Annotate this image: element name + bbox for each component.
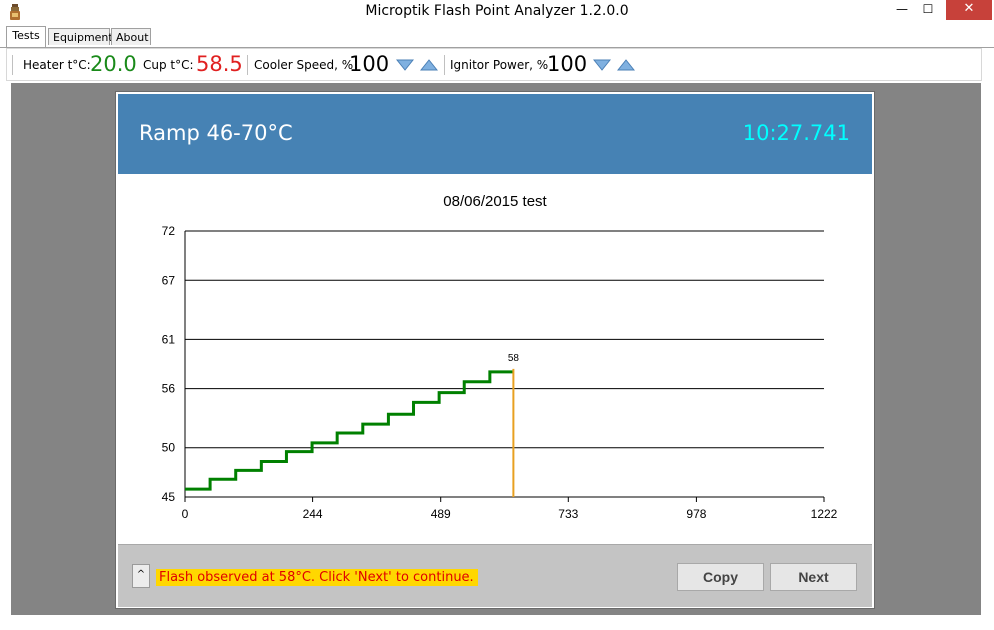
toolbar-separator (444, 55, 445, 75)
test-title: Ramp 46-70°C (139, 121, 293, 145)
toolbar: Heater t°C: 20.0 Cup t°C: 58.5 Cooler Sp… (6, 48, 982, 81)
maximize-button[interactable]: ☐ (912, 0, 944, 20)
x-tick-label: 1222 (811, 507, 838, 521)
title-bar: Microptik Flash Point Analyzer 1.2.0.0 —… (0, 0, 994, 24)
y-tick-label: 61 (162, 332, 176, 346)
next-button[interactable]: Next (770, 563, 857, 591)
x-tick-label: 978 (686, 507, 706, 521)
y-tick-label: 67 (162, 273, 176, 287)
ignitor-power-label: Ignitor Power, % (450, 58, 549, 72)
close-button[interactable]: ✕ (946, 0, 992, 20)
cooler-increase-icon[interactable] (420, 59, 438, 71)
cup-label: Cup t°C: (143, 58, 194, 72)
heater-label: Heater t°C: (23, 58, 91, 72)
y-tick-label: 50 (162, 441, 176, 455)
cup-value: 58.5 (196, 52, 243, 76)
elapsed-timer: 10:27.741 (742, 121, 850, 145)
x-tick-label: 733 (558, 507, 578, 521)
ignitor-increase-icon[interactable] (617, 59, 635, 71)
toolbar-separator (12, 55, 13, 75)
x-tick-label: 244 (303, 507, 323, 521)
status-footer: ^ Flash observed at 58°C. Click 'Next' t… (118, 544, 872, 607)
expand-log-button[interactable]: ^ (132, 564, 150, 588)
copy-button[interactable]: Copy (677, 563, 764, 591)
window-title: Microptik Flash Point Analyzer 1.2.0.0 (365, 3, 629, 19)
test-panel: Ramp 46-70°C 10:27.741 08/06/2015 test 4… (115, 91, 875, 609)
y-tick-label: 45 (162, 490, 176, 504)
toolbar-separator (247, 55, 248, 75)
x-tick-label: 0 (182, 507, 189, 521)
test-header: Ramp 46-70°C 10:27.741 (118, 94, 872, 174)
temperature-chart: 08/06/2015 test 45 50 56 61 67 72 0 244 489 733 97… (162, 193, 838, 521)
status-message: Flash observed at 58°C. Click 'Next' to … (156, 569, 478, 586)
tab-tests[interactable]: Tests (6, 26, 46, 47)
ignitor-decrease-icon[interactable] (593, 59, 611, 71)
chart-title: 08/06/2015 test (443, 193, 547, 210)
y-tick-label: 56 (162, 382, 176, 396)
ignitor-power-value: 100 (547, 52, 588, 76)
cooler-speed-label: Cooler Speed, % (254, 58, 354, 72)
tab-strip: Tests Equipment About (0, 26, 994, 48)
heater-value: 20.0 (90, 52, 137, 76)
temperature-series-line (185, 370, 514, 491)
flash-marker-label: 58 (508, 353, 520, 364)
y-tick-label: 72 (162, 224, 176, 238)
tab-equipment[interactable]: Equipment (48, 28, 113, 45)
cooler-speed-value: 100 (349, 52, 390, 76)
cooler-decrease-icon[interactable] (396, 59, 414, 71)
tab-about[interactable]: About (111, 28, 151, 45)
x-tick-label: 489 (431, 507, 451, 521)
